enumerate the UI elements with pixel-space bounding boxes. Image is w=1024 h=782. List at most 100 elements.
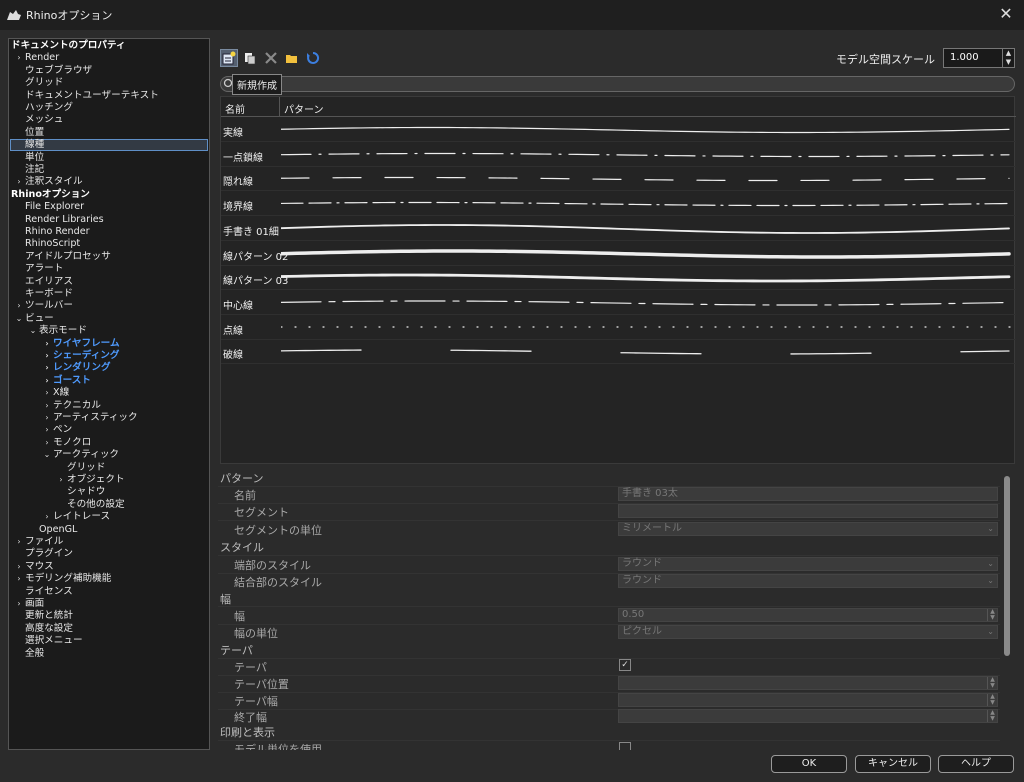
ok-button[interactable]: OK [771, 755, 847, 773]
tree-item[interactable]: › モノクロ [41, 437, 91, 449]
chevron-down-icon[interactable]: ⌄ [41, 449, 53, 461]
delete-linetype-button[interactable] [262, 49, 280, 67]
search-input[interactable] [220, 76, 1015, 92]
new-linetype-button[interactable] [220, 49, 238, 67]
cancel-button[interactable]: キャンセル [855, 755, 931, 773]
tree-item[interactable]: › オブジェクト [55, 474, 124, 486]
tree-item[interactable]: 選択メニュー [13, 635, 83, 647]
close-icon[interactable]: ✕ [996, 4, 1016, 24]
list-row[interactable]: 手書き 01細 [221, 217, 1016, 241]
spin-arrows-icon[interactable]: ▲ ▼ [987, 710, 997, 722]
tree-item[interactable]: シャドウ [55, 486, 105, 498]
chevron-right-icon[interactable]: › [13, 52, 25, 64]
end-width-stepper[interactable]: ▲ ▼ [618, 709, 998, 723]
tree-item[interactable]: その他の設定 [55, 499, 125, 511]
tree-item[interactable]: ⌄ 表示モード [27, 325, 87, 337]
list-row[interactable]: 中心線 [221, 291, 1016, 315]
chevron-right-icon[interactable]: › [41, 387, 53, 399]
chevron-right-icon[interactable]: › [13, 536, 25, 548]
tree-item[interactable]: アラート [13, 263, 63, 275]
open-linetype-button[interactable] [283, 49, 301, 67]
reset-linetype-button[interactable] [304, 49, 322, 67]
tree-item[interactable]: アイドルプロセッサ [13, 251, 111, 263]
segment-unit-select[interactable]: ミリメートル ⌄ [618, 522, 998, 536]
tree-item[interactable]: 位置 [13, 127, 44, 139]
tree-item[interactable]: ドキュメントのプロパティ [11, 40, 126, 52]
tree-item[interactable]: › レイトレース [41, 511, 110, 523]
tree-item[interactable]: 全般 [13, 648, 44, 660]
linetype-list[interactable]: 名前 パターン 実線 一点鎖線 隠れ線 境界線 手書き 01細 線パターン 02 線パターン… [220, 96, 1016, 464]
list-row[interactable]: 線パターン 02 [221, 242, 1016, 266]
tree-item[interactable]: ライセンス [13, 586, 73, 598]
chevron-right-icon[interactable]: › [41, 375, 53, 387]
copy-linetype-button[interactable] [241, 49, 259, 67]
tree-item[interactable]: キーボード [13, 288, 73, 300]
column-name-header[interactable]: 名前 [225, 101, 245, 116]
tree-item[interactable]: 線種 [13, 139, 44, 151]
tree-item[interactable]: ドキュメントユーザーテキスト [13, 90, 159, 102]
tree-item[interactable]: Rhinoオプション [11, 189, 90, 201]
cap-style-select[interactable]: ラウンド ⌄ [618, 557, 998, 571]
help-button[interactable]: ヘルプ [938, 755, 1014, 773]
list-row[interactable]: 実線 [221, 118, 1016, 142]
options-tree[interactable]: ドキュメントのプロパティ › Render ウェブブラウザ グリッド ドキュメントユーザー… [8, 38, 210, 750]
tree-item[interactable]: グリッド [13, 77, 63, 89]
tree-item[interactable]: › テクニカル [41, 400, 101, 412]
chevron-right-icon[interactable]: › [13, 176, 25, 188]
tree-item[interactable]: ウェブブラウザ [13, 65, 92, 77]
list-row[interactable]: 線パターン 03 [221, 266, 1016, 291]
tree-item[interactable]: › X線 [41, 387, 69, 399]
tree-item[interactable]: ハッチング [13, 102, 73, 114]
tree-item[interactable]: › Render [13, 52, 59, 64]
column-pattern-header[interactable]: パターン [284, 101, 324, 116]
tree-item[interactable]: Rhino Render [13, 226, 90, 238]
tree-item[interactable]: › 注釈スタイル [13, 176, 82, 188]
spin-arrows-icon[interactable]: ▲ ▼ [987, 609, 997, 621]
chevron-right-icon[interactable]: › [41, 412, 53, 424]
tree-item[interactable]: メッシュ [13, 114, 63, 126]
chevron-right-icon[interactable]: › [41, 362, 53, 374]
chevron-right-icon[interactable]: › [13, 573, 25, 585]
tree-item[interactable]: › ペン [41, 424, 72, 436]
spin-arrows-icon[interactable]: ▲ ▼ [987, 677, 997, 689]
list-row[interactable]: 破線 [221, 340, 1016, 365]
tree-item[interactable]: › シェーディング [41, 350, 119, 362]
chevron-down-icon[interactable]: ⌄ [27, 325, 39, 337]
list-row[interactable]: 境界線 [221, 192, 1016, 217]
chevron-down-icon[interactable]: ⌄ [13, 313, 25, 325]
chevron-right-icon[interactable]: › [41, 400, 53, 412]
tree-item[interactable]: › アーティスティック [41, 412, 137, 424]
join-style-select[interactable]: ラウンド ⌄ [618, 574, 998, 588]
segment-field[interactable] [618, 504, 998, 518]
chevron-right-icon[interactable]: › [13, 300, 25, 312]
list-row[interactable]: 点線 [221, 316, 1016, 340]
tree-item[interactable]: グリッド [55, 462, 105, 474]
taper-position-stepper[interactable]: ▲ ▼ [618, 676, 998, 690]
chevron-right-icon[interactable]: › [41, 338, 53, 350]
tree-item[interactable]: › 画面 [13, 598, 44, 610]
taper-width-stepper[interactable]: ▲ ▼ [618, 693, 998, 707]
chevron-right-icon[interactable]: › [13, 561, 25, 573]
tree-item[interactable]: › ワイヤフレーム [41, 338, 119, 350]
chevron-right-icon[interactable]: › [55, 474, 67, 486]
model-scale-stepper[interactable]: 1.000 ▲ ▼ [943, 48, 1015, 68]
tree-item[interactable]: RhinoScript [13, 238, 80, 250]
tree-item[interactable]: ⌄ ビュー [13, 313, 54, 325]
tree-item[interactable]: File Explorer [13, 201, 84, 213]
tree-item[interactable]: › モデリング補助機能 [13, 573, 111, 585]
chevron-right-icon[interactable]: › [13, 598, 25, 610]
properties-scrollbar[interactable] [1004, 476, 1010, 656]
tree-item[interactable]: Render Libraries [13, 214, 104, 226]
model-scale-value[interactable]: 1.000 [950, 52, 979, 63]
chevron-right-icon[interactable]: › [41, 437, 53, 449]
taper-checkbox[interactable]: ✓ [619, 659, 631, 671]
tree-item[interactable]: 高度な設定 [13, 623, 73, 635]
chevron-right-icon[interactable]: › [41, 511, 53, 523]
tree-item[interactable]: › マウス [13, 561, 53, 573]
width-stepper[interactable]: 0.50 ▲ ▼ [618, 608, 998, 622]
list-row[interactable]: 隠れ線 [221, 167, 1016, 192]
width-unit-select[interactable]: ピクセル ⌄ [618, 625, 998, 639]
list-row[interactable]: 一点鎖線 [221, 143, 1016, 167]
spin-arrows-icon[interactable]: ▲ ▼ [987, 694, 997, 706]
tree-item[interactable]: › ゴースト [41, 375, 91, 387]
